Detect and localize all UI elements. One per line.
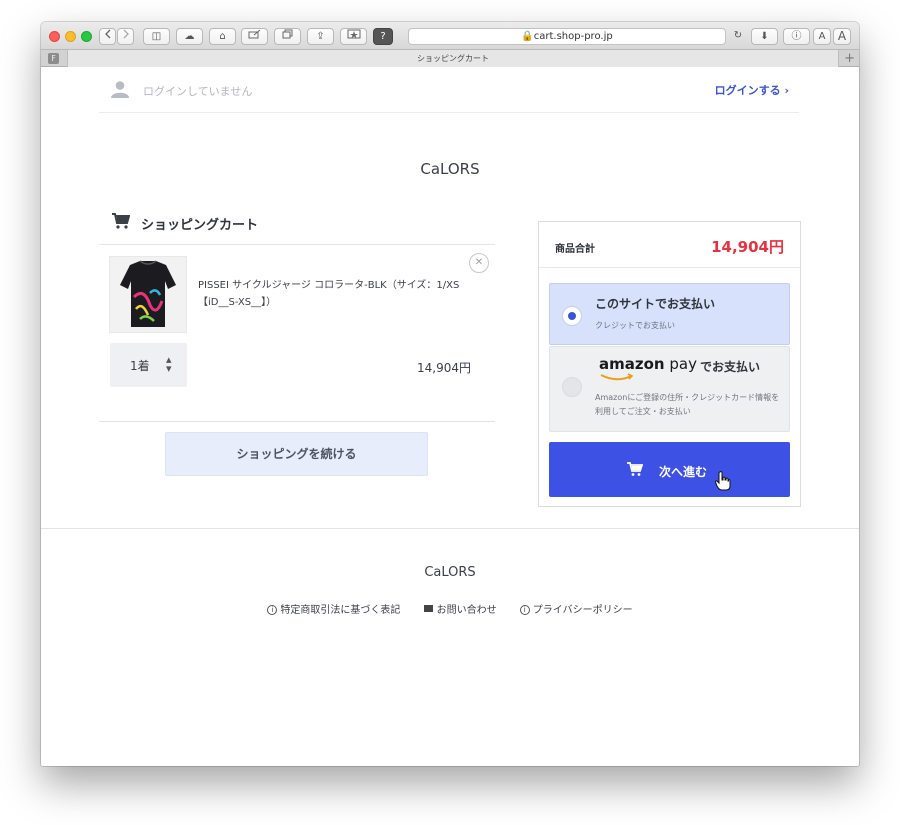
- minimize-window-button[interactable]: [65, 31, 76, 42]
- pencil-icon: [248, 29, 261, 39]
- quantity-value: 1着: [130, 359, 150, 373]
- tab-shopping-cart[interactable]: ショッピングカート: [67, 50, 839, 67]
- chevron-left-icon: [104, 29, 110, 39]
- browser-window: ◫ ☁ ⌂ ⇪ ? 🔒cart.shop-pro.jp ↻ ⬇ ⓘ A A F …: [41, 22, 859, 766]
- product-image[interactable]: [109, 256, 187, 333]
- radio-selected[interactable]: [562, 306, 582, 326]
- cart-icon: [627, 462, 643, 476]
- lock-icon: 🔒: [521, 31, 534, 42]
- home-icon: ⌂: [219, 31, 226, 42]
- order-summary: 商品合計 14,904円 このサイトでお支払い クレジットでお支払い amazo…: [538, 221, 801, 507]
- forward-button[interactable]: [117, 28, 134, 45]
- info-icon: i: [267, 605, 278, 615]
- footer-brand[interactable]: CaLORS: [41, 565, 859, 580]
- share-button[interactable]: ⇪: [307, 28, 334, 45]
- amazon-smile-icon: [600, 373, 634, 381]
- page-content: ログインしていません ログインする › CaLORS ショッピングカート PIS…: [41, 68, 859, 766]
- download-icon: ⬇: [760, 31, 769, 42]
- info-icon: i: [519, 605, 530, 615]
- store-title[interactable]: CaLORS: [41, 160, 859, 178]
- payment-option-amazon-pay[interactable]: amazon pay でお支払い Amazonにご登録の住所・クレジットカード情…: [549, 346, 790, 432]
- up-down-arrows-icon: ▴ ▾: [166, 353, 172, 375]
- cloud-tabs-button[interactable]: ☁: [176, 28, 203, 45]
- footer-link-privacy[interactable]: i プライバシーポリシー: [519, 601, 633, 616]
- divider: [99, 421, 495, 422]
- tabs-icon: [282, 29, 292, 39]
- reload-button[interactable]: ↻: [729, 28, 747, 45]
- payment-option-site[interactable]: このサイトでお支払い クレジットでお支払い: [549, 283, 790, 345]
- info-icon: ⓘ: [791, 31, 802, 42]
- address-text: cart.shop-pro.jp: [533, 31, 613, 42]
- next-step-label: 次へ進む: [659, 465, 708, 479]
- footer-link-legal[interactable]: i 特定商取引法に基づく表記: [267, 601, 400, 616]
- star-box-icon: [347, 29, 360, 39]
- new-tab-button[interactable]: +: [844, 50, 855, 67]
- footer-divider: [41, 528, 859, 529]
- continue-shopping-button[interactable]: ショッピングを続ける: [165, 432, 428, 476]
- subtotal-row: 商品合計 14,904円: [539, 222, 800, 268]
- line-price: 14,904円: [417, 361, 471, 375]
- help-button[interactable]: ?: [373, 28, 393, 45]
- mail-icon: [423, 605, 433, 612]
- text-larger-button[interactable]: A: [833, 28, 851, 45]
- radio-unselected[interactable]: [562, 377, 582, 397]
- payment-option-title: でお支払い: [700, 360, 761, 374]
- info-button[interactable]: ⓘ: [783, 28, 810, 45]
- sidebar-button[interactable]: ◫: [143, 28, 170, 45]
- zoom-window-button[interactable]: [81, 31, 92, 42]
- payment-option-subtitle: Amazonにご登録の住所・クレジットカード情報を利用してご注文・お支払い: [595, 393, 780, 416]
- user-icon: [111, 81, 129, 98]
- hand-cursor-icon: [715, 471, 731, 491]
- text-smaller-label: A: [818, 31, 826, 42]
- extension-button[interactable]: [340, 28, 367, 45]
- close-window-button[interactable]: [49, 31, 60, 42]
- product-name[interactable]: PISSEI サイクルジャージ コロラータ-BLK（サイズ：1/XS【iD__S…: [198, 277, 466, 311]
- jersey-illustration: [110, 257, 186, 332]
- subtotal-label: 商品合計: [555, 244, 595, 255]
- downloads-button[interactable]: ⬇: [751, 28, 778, 45]
- back-button[interactable]: [99, 28, 116, 45]
- share-icon: ⇪: [316, 31, 325, 42]
- remove-item-button[interactable]: ✕: [469, 253, 489, 273]
- sidebar-icon: ◫: [151, 31, 162, 42]
- annotate-button[interactable]: [241, 28, 268, 45]
- tabs-overview-button[interactable]: [274, 28, 301, 45]
- login-status: ログインしていません: [143, 85, 253, 98]
- close-icon: ✕: [474, 257, 484, 268]
- reload-icon: ↻: [733, 30, 743, 41]
- footer-link-contact[interactable]: お問い合わせ: [423, 601, 497, 616]
- pinned-tab-icon[interactable]: F: [48, 53, 59, 64]
- payment-option-subtitle: クレジットでお支払い: [595, 321, 675, 330]
- tab-bar: F ショッピングカート +: [41, 50, 859, 67]
- address-bar[interactable]: 🔒cart.shop-pro.jp: [408, 28, 726, 45]
- chevron-right-icon: [123, 29, 129, 39]
- cart-heading: ショッピングカート: [111, 214, 258, 233]
- cloud-icon: ☁: [184, 31, 195, 42]
- browser-toolbar: ◫ ☁ ⌂ ⇪ ? 🔒cart.shop-pro.jp ↻ ⬇ ⓘ A A: [41, 22, 859, 50]
- quantity-select[interactable]: 1着 ▴ ▾: [110, 343, 187, 387]
- question-icon: ?: [380, 31, 386, 42]
- payment-option-title: このサイトでお支払い: [595, 297, 716, 311]
- text-smaller-button[interactable]: A: [813, 28, 831, 45]
- cart-heading-label: ショッピングカート: [141, 218, 259, 233]
- next-step-button[interactable]: 次へ進む: [549, 442, 790, 497]
- footer-links: i 特定商取引法に基づく表記 お問い合わせ i プライバシーポリシー: [41, 601, 859, 616]
- amazon-pay-logo: amazon pay: [599, 355, 697, 373]
- text-larger-label: A: [837, 29, 847, 43]
- subtotal-value: 14,904円: [711, 238, 784, 256]
- home-button[interactable]: ⌂: [209, 28, 236, 45]
- login-link[interactable]: ログインする ›: [715, 82, 789, 98]
- divider: [99, 244, 495, 245]
- login-bar: ログインしていません ログインする ›: [99, 68, 799, 113]
